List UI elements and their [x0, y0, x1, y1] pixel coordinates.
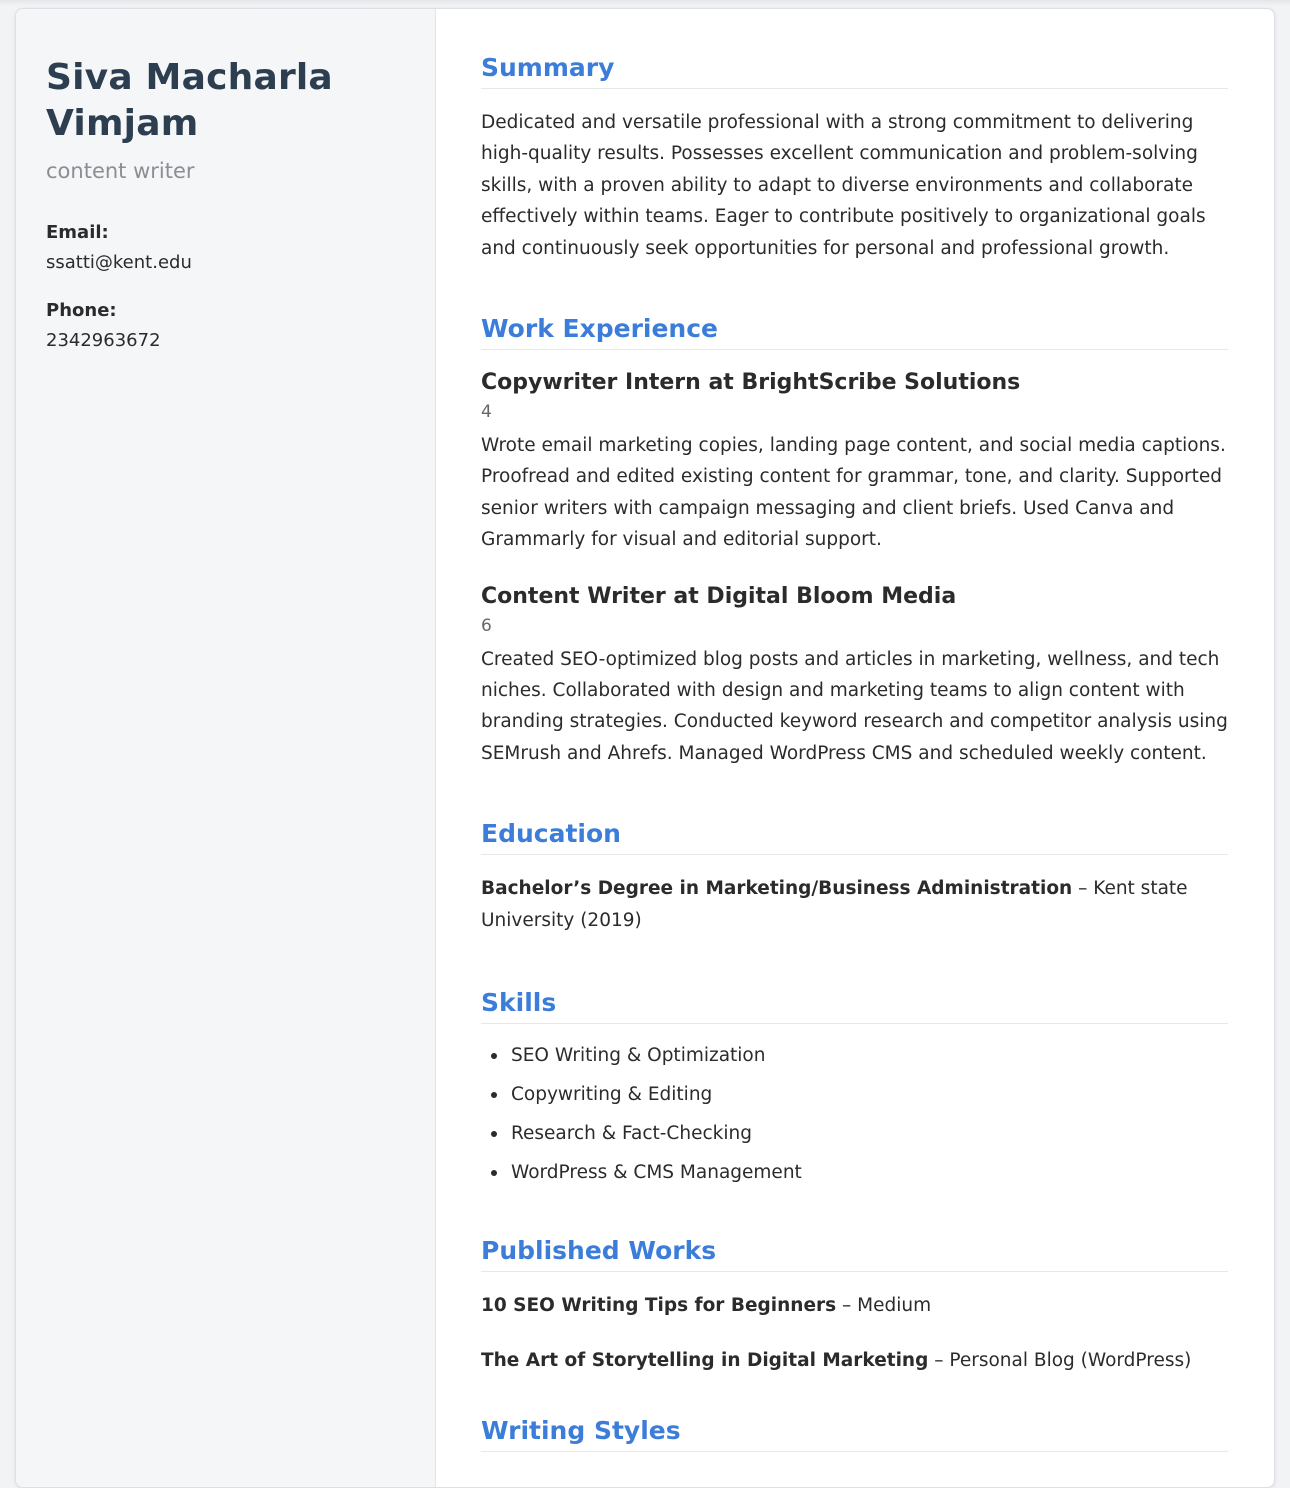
work-venue: – Medium [836, 1295, 932, 1317]
published-item: 10 SEO Writing Tips for Beginners – Medi… [481, 1290, 1228, 1321]
job-entry: Content Writer at Digital Bloom Media 6 … [481, 582, 1228, 770]
phone-block: Phone: 2342963672 [46, 299, 405, 353]
published-section: Published Works 10 SEO Writing Tips for … [481, 1236, 1228, 1376]
sidebar: Siva Macharla Vimjam content writer Emai… [16, 9, 436, 1487]
email-value: ssatti@kent.edu [46, 252, 192, 273]
job-role: content writer [46, 159, 195, 183]
skill-item: WordPress & CMS Management [481, 1153, 1228, 1192]
skills-list: SEO Writing & Optimization Copywriting &… [481, 1036, 1228, 1192]
writing-styles-section: Writing Styles [481, 1416, 1228, 1453]
email-label: Email: [46, 222, 109, 243]
work-venue: – Personal Blog (WordPress) [928, 1350, 1192, 1372]
full-name: Siva Macharla Vimjam [46, 57, 333, 144]
job-entry: Copywriter Intern at BrightScribe Soluti… [481, 368, 1228, 556]
email-block: Email: ssatti@kent.edu [46, 221, 405, 275]
job-title: Copywriter Intern at BrightScribe Soluti… [481, 370, 1021, 396]
job-description: Wrote email marketing copies, landing pa… [481, 435, 1226, 551]
work-title: 10 SEO Writing Tips for Beginners [481, 1295, 837, 1317]
skill-item: Copywriting & Editing [481, 1075, 1228, 1114]
phone-value: 2342963672 [46, 330, 161, 351]
job-duration: 6 [481, 615, 492, 636]
resume-card: Siva Macharla Vimjam content writer Emai… [15, 8, 1275, 1488]
writing-styles-heading: Writing Styles [481, 1416, 1228, 1453]
experience-heading: Work Experience [481, 314, 1228, 351]
education-heading: Education [481, 819, 1228, 856]
summary-text: Dedicated and versatile professional wit… [481, 112, 1206, 259]
degree-name: Bachelor’s Degree in Marketing/Business … [481, 878, 1073, 900]
job-title: Content Writer at Digital Bloom Media [481, 583, 957, 609]
education-entry: Bachelor’s Degree in Marketing/Business … [481, 873, 1228, 936]
published-item: The Art of Storytelling in Digital Marke… [481, 1345, 1228, 1376]
published-heading: Published Works [481, 1236, 1228, 1273]
summary-section: Summary Dedicated and versatile professi… [481, 53, 1228, 264]
skill-item: SEO Writing & Optimization [481, 1036, 1228, 1075]
phone-label: Phone: [46, 300, 117, 321]
job-description: Created SEO-optimized blog posts and art… [481, 648, 1228, 764]
education-section: Education Bachelor’s Degree in Marketing… [481, 819, 1228, 936]
contact-info: Email: ssatti@kent.edu Phone: 2342963672 [46, 221, 405, 353]
summary-heading: Summary [481, 53, 1228, 89]
browser-top-edge [0, 0, 1290, 6]
skills-section: Skills SEO Writing & Optimization Copywr… [481, 988, 1228, 1192]
work-title: The Art of Storytelling in Digital Marke… [481, 1350, 929, 1372]
job-duration: 4 [481, 402, 492, 423]
skills-heading: Skills [481, 988, 1228, 1025]
main-content: Summary Dedicated and versatile professi… [436, 9, 1274, 1487]
skill-item: Research & Fact-Checking [481, 1114, 1228, 1153]
experience-section: Work Experience Copywriter Intern at Bri… [481, 314, 1228, 769]
